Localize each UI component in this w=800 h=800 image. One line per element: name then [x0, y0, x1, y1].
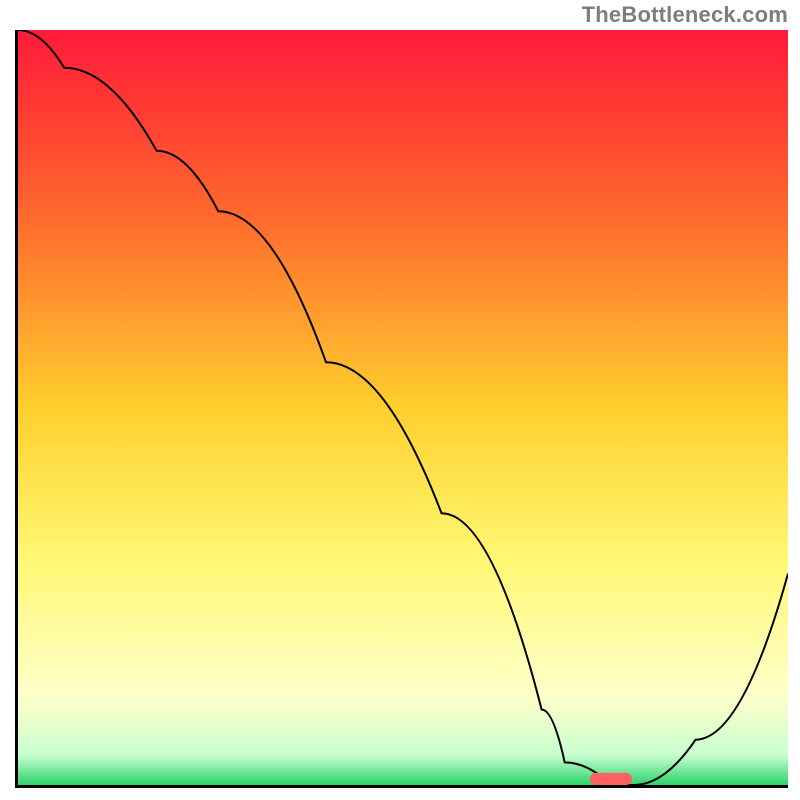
chart-background	[18, 30, 788, 785]
watermark-text: TheBottleneck.com	[582, 2, 788, 28]
chart-svg	[18, 30, 788, 785]
chart-plot-area	[15, 30, 788, 788]
optimal-marker	[590, 773, 632, 785]
